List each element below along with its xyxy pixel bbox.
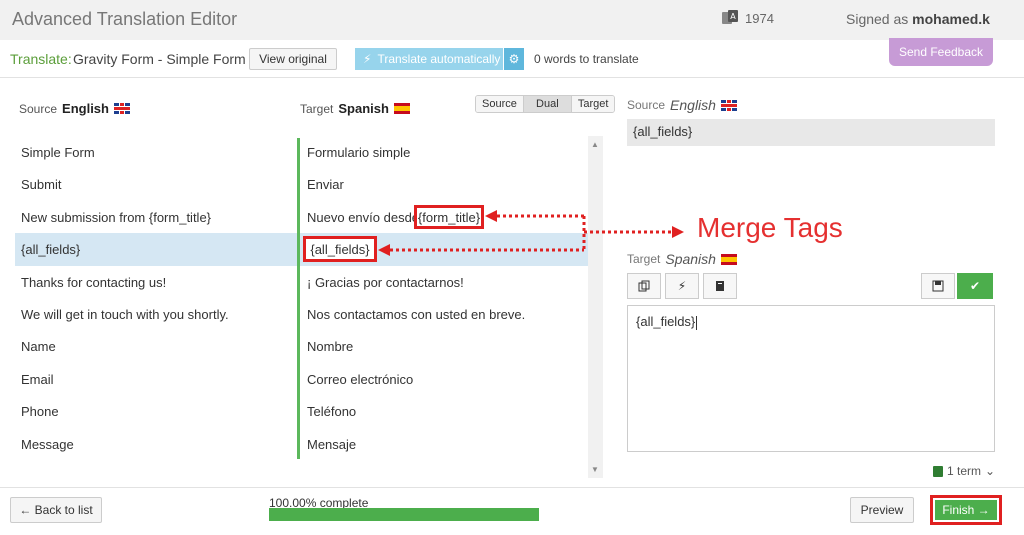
machine-translate-button[interactable]: ⚡ [665,273,699,299]
svg-text:A: A [730,12,736,21]
app-title: Advanced Translation Editor [12,9,238,29]
source-text-display: {all_fields} [627,119,995,146]
merge-tag-all-fields: {all_fields} [303,236,377,262]
translation-counter-icon: A [722,10,738,24]
spain-flag-icon [393,103,410,114]
check-icon: ✔ [969,279,981,293]
save-button[interactable] [921,273,955,299]
table-row-selected[interactable]: {all_fields} [15,233,588,266]
translated-status-bar [297,138,300,459]
table-row[interactable]: Email Correo electrónico [15,363,588,395]
rows-scrollbar[interactable]: ▲ ▼ [588,136,603,478]
translation-editor[interactable]: {all_fields} [627,305,995,452]
scroll-down-icon[interactable]: ▼ [591,465,599,474]
complete-button[interactable]: ✔ [957,273,993,299]
view-original-button[interactable]: View original [249,48,337,70]
finish-highlight: Finish → [930,495,1002,525]
send-feedback-button[interactable]: Send Feedback [889,38,993,66]
back-to-list-button[interactable]: ← Back to list [10,497,102,523]
source-column-header: Source English [19,101,130,116]
copy-source-button[interactable] [627,273,661,299]
table-row[interactable]: Thanks for contacting us! ¡ Gracias por c… [15,266,588,298]
detail-target-header: Target Spanish [627,251,737,267]
footer-bar: ← Back to list 100.00% complete Preview … [0,487,1024,535]
top-bar: Advanced Translation Editor A 1974 Signe… [0,0,1024,40]
book-icon [933,465,943,477]
text-caret [696,315,698,330]
job-bar: Translate: Gravity Form - Simple Form Vi… [0,40,1024,78]
merge-tag-form-title: {form_title} [414,205,484,229]
words-to-translate: 0 words to translate [534,52,639,66]
signed-in-user: Signed as mohamed.k [846,11,990,27]
table-row[interactable]: Simple Form Formulario simple [15,136,588,168]
words-counter: 1974 [745,11,774,26]
toggle-target[interactable]: Target [571,96,615,112]
merge-tags-label: Merge Tags [697,212,843,243]
uk-flag-icon [720,99,737,111]
table-row[interactable]: We will get in touch with you shortly. No… [15,298,588,330]
detail-source-header: Source English [627,97,737,113]
view-mode-toggle: Source Dual Target [475,95,616,113]
uk-flag-icon [113,103,130,114]
target-column-header: Target Spanish [300,101,410,116]
progress-fill [269,508,539,521]
translate-automatically-button[interactable]: ⚡ Translate automatically [355,48,503,70]
chevron-down-icon: ⌄ [985,464,996,478]
lightning-icon: ⚡ [677,279,687,293]
table-row[interactable]: Name Nombre [15,330,588,362]
table-row[interactable]: Message Mensaje [15,428,588,460]
table-row[interactable]: New submission from {form_title} Nuevo en… [15,201,588,233]
job-name: Gravity Form - Simple Form [73,51,246,67]
translation-rows: Simple Form Formulario simple Submit Envia… [15,136,588,460]
glossary-button[interactable] [703,273,737,299]
gear-icon[interactable]: ⚙ [504,48,524,70]
scroll-up-icon[interactable]: ▲ [591,140,599,149]
finish-button[interactable]: Finish → [935,500,997,520]
book-icon [716,281,724,291]
progress-bar [269,508,539,521]
preview-button[interactable]: Preview [850,497,914,523]
floppy-icon [932,280,944,292]
spain-flag-icon [720,253,737,265]
glossary-terms-toggle[interactable]: 1 term ⌄ [933,464,995,478]
toggle-source[interactable]: Source [476,96,524,112]
toggle-dual[interactable]: Dual [523,96,572,112]
translate-label: Translate: [10,51,72,67]
lightning-icon: ⚡ [363,52,372,66]
copy-icon [638,280,650,292]
table-row[interactable]: Submit Enviar [15,168,588,200]
table-row[interactable]: Phone Teléfono [15,395,588,427]
